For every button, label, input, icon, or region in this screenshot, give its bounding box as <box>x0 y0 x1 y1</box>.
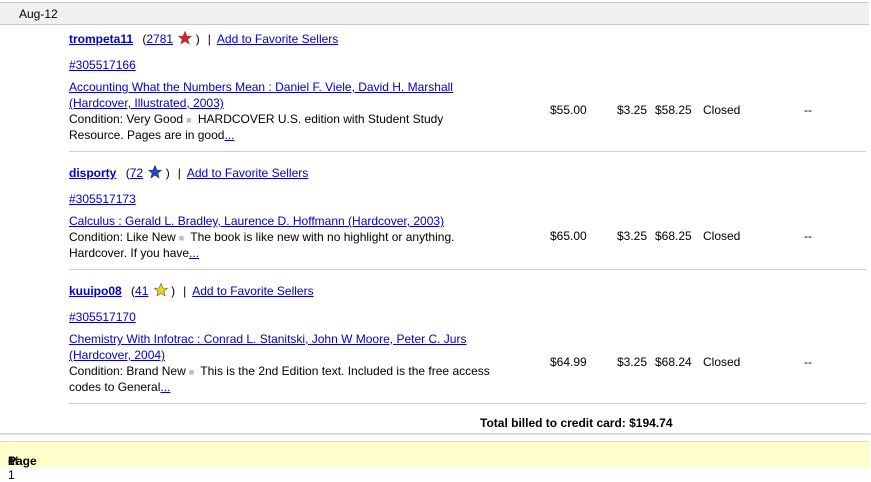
item-title-link[interactable]: Accounting What the Numbers Mean : Danie… <box>69 79 453 95</box>
bullet-icon: ■ <box>186 115 192 125</box>
condition-line: Condition: Brand New ■ This is the 2nd Ed… <box>69 363 490 380</box>
item-price: $64.99 <box>550 355 587 369</box>
feedback-score-link[interactable]: 72 <box>130 166 143 180</box>
feedback-star-icon <box>153 283 168 297</box>
order-row: trompeta11 (2781 ) | Add to Favorite Selle… <box>69 30 866 152</box>
order-status: Closed <box>703 103 741 117</box>
order-row: kuuipo08 (41 ) | Add to Favorite Sellers #… <box>69 282 866 404</box>
add-favorite-seller-link[interactable]: Add to Favorite Sellers <box>187 166 308 180</box>
item-title-link-cont[interactable]: (Hardcover, Illustrated, 2003) <box>69 95 224 111</box>
more-link[interactable]: ... <box>189 246 199 260</box>
date-label: Aug-12 <box>19 7 58 21</box>
bullet-icon: ■ <box>188 367 195 377</box>
more-link[interactable]: ... <box>160 380 170 394</box>
condition-label: Condition: Very Good <box>69 112 184 126</box>
item-description-cont: codes to General <box>69 380 161 394</box>
item-title-link-cont[interactable]: (Hardcover, 2004) <box>69 347 165 363</box>
shipping-cost: $3.25 <box>617 355 648 369</box>
order-status: Closed <box>703 229 741 243</box>
order-total: $58.25 <box>655 103 692 117</box>
condition-line: Condition: Like New ■ The book is like ne… <box>69 229 454 246</box>
condition-line: Condition: Very Good ■ HARDCOVER U.S. edi… <box>69 111 443 128</box>
pagination-bar: Page 1 of 1 <box>0 441 869 482</box>
shipping-cost: $3.25 <box>617 103 648 117</box>
order-id-link[interactable]: #305517166 <box>69 57 136 73</box>
shipping-cost: $3.25 <box>617 229 648 243</box>
item-description: The book is like new with no highlight o… <box>190 230 455 244</box>
date-header: Aug-12 <box>0 2 869 25</box>
order-action: -- <box>804 229 812 243</box>
total-billed: Total billed to credit card: $194.74 <box>480 416 673 430</box>
add-favorite-seller-link[interactable]: Add to Favorite Sellers <box>192 284 313 298</box>
item-price: $55.00 <box>550 103 587 117</box>
order-action: -- <box>804 103 812 117</box>
condition-label: Condition: Like New <box>69 230 176 244</box>
item-description: This is the 2nd Edition text. Included i… <box>200 364 490 378</box>
row-divider <box>69 403 866 404</box>
item-description: HARDCOVER U.S. edition with Student Stud… <box>197 112 444 126</box>
order-id-link[interactable]: #305517173 <box>69 191 136 207</box>
order-total: $68.24 <box>655 355 692 369</box>
seller-link[interactable]: disporty <box>69 166 116 180</box>
page-count: of 1 <box>8 454 19 482</box>
order-id-link[interactable]: #305517170 <box>69 309 136 325</box>
row-divider <box>69 269 866 270</box>
order-row: disporty (72 ) | Add to Favorite Sellers #… <box>69 164 866 270</box>
item-description-cont: Hardcover. If you have <box>69 246 190 260</box>
feedback-score-link[interactable]: 2781 <box>146 32 173 46</box>
item-title-link[interactable]: Calculus : Gerald L. Bradley, Laurence D… <box>69 213 444 229</box>
row-divider <box>69 151 866 152</box>
add-favorite-seller-link[interactable]: Add to Favorite Sellers <box>217 32 338 46</box>
order-action: -- <box>804 355 812 369</box>
condition-label: Condition: Brand New <box>69 364 186 378</box>
item-title-link[interactable]: Chemistry With Infotrac : Conrad L. Stan… <box>69 331 466 347</box>
more-link[interactable]: ... <box>224 128 234 142</box>
feedback-star-icon <box>178 31 193 45</box>
bullet-icon: ■ <box>178 233 185 243</box>
feedback-score-link[interactable]: 41 <box>135 284 148 298</box>
footer-divider <box>0 433 871 435</box>
item-description-cont: Resource. Pages are in good <box>69 128 225 142</box>
seller-link[interactable]: trompeta11 <box>69 32 133 46</box>
item-price: $65.00 <box>550 229 587 243</box>
seller-link[interactable]: kuuipo08 <box>69 284 122 298</box>
order-total: $68.25 <box>655 229 692 243</box>
feedback-star-icon <box>148 165 163 179</box>
order-status: Closed <box>703 355 741 369</box>
